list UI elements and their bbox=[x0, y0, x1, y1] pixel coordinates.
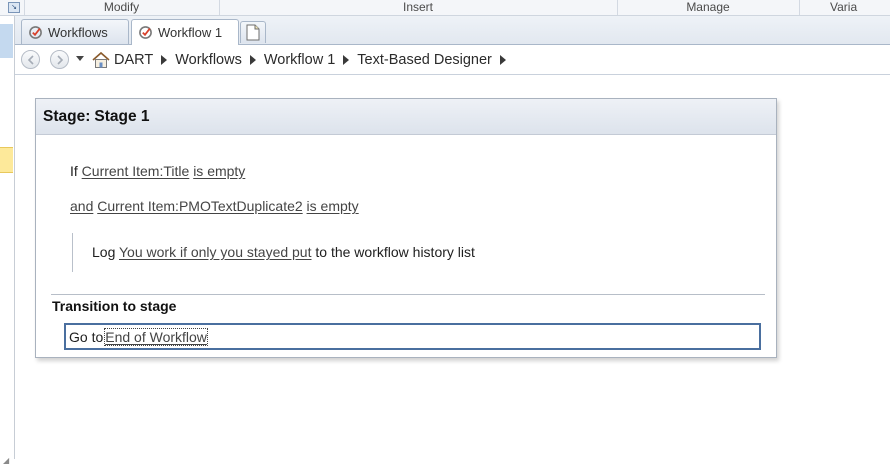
breadcrumb-bar: DART Workflows Workflow 1 Text-Based Des… bbox=[15, 45, 890, 75]
dialog-launcher-icon[interactable]: ↘ bbox=[8, 2, 20, 13]
breadcrumb-label: Workflow 1 bbox=[263, 51, 336, 68]
new-tab-button[interactable] bbox=[240, 21, 266, 43]
workflow-icon bbox=[28, 25, 43, 40]
condition-field-link[interactable]: Current Item:PMOTextDuplicate2 bbox=[97, 198, 302, 214]
log-message-link[interactable]: You work if only you stayed put bbox=[119, 244, 312, 260]
ribbon-group-modify: Modify bbox=[103, 0, 140, 14]
log-action: Log You work if only you stayed put to t… bbox=[92, 244, 475, 260]
ribbon-group-insert: Insert bbox=[402, 0, 433, 14]
transition-prefix: Go to bbox=[69, 328, 104, 345]
tab-label: Workflows bbox=[48, 24, 108, 40]
condition-and: and Current Item:PMOTextDuplicate2 is em… bbox=[70, 198, 359, 214]
condition-field-link[interactable]: Current Item:Title bbox=[82, 163, 190, 179]
tab-workflow-1[interactable]: Workflow 1 bbox=[131, 19, 239, 45]
tab-workflows[interactable]: Workflows bbox=[21, 19, 129, 44]
breadcrumb-label: Workflows bbox=[175, 51, 242, 68]
tab-label: Workflow 1 bbox=[158, 25, 223, 40]
back-button[interactable] bbox=[21, 50, 40, 69]
action-verb: Log bbox=[92, 244, 116, 260]
action-suffix: to the workflow history list bbox=[315, 244, 475, 260]
breadcrumb-arrow-icon bbox=[499, 54, 506, 65]
condition-keyword: If bbox=[70, 163, 78, 179]
navigation-pane[interactable]: ◢ bbox=[0, 16, 15, 465]
stage-name[interactable]: Stage 1 bbox=[94, 108, 149, 126]
transition-block[interactable]: Go to End of Workflow bbox=[64, 323, 761, 350]
breadcrumb-item-text-based-designer[interactable]: Text-Based Designer bbox=[357, 52, 514, 68]
breadcrumb-item-workflows[interactable]: Workflows bbox=[175, 52, 264, 68]
home-icon bbox=[92, 51, 110, 68]
back-arrow-icon bbox=[27, 55, 34, 65]
transition-title: Transition to stage bbox=[52, 298, 177, 314]
breadcrumb-label: DART bbox=[114, 51, 154, 68]
transition-target-link[interactable]: End of Workflow bbox=[104, 327, 208, 346]
stage-card[interactable]: Stage: Stage 1 If Current Item:Title is … bbox=[35, 98, 777, 358]
breadcrumb-label: Text-Based Designer bbox=[357, 51, 492, 68]
forward-arrow-icon bbox=[57, 55, 64, 65]
document-icon bbox=[246, 24, 260, 41]
breadcrumb-arrow-icon bbox=[161, 54, 168, 65]
document-tabs: Workflows Workflow 1 bbox=[15, 16, 890, 45]
nav-pane-selected-item[interactable] bbox=[0, 147, 13, 173]
stage-header[interactable]: Stage: Stage 1 bbox=[36, 99, 776, 135]
stage-prefix: Stage: bbox=[43, 107, 91, 125]
forward-button[interactable] bbox=[50, 50, 69, 69]
breadcrumb-item-workflow-1[interactable]: Workflow 1 bbox=[264, 52, 357, 68]
action-block: Log You work if only you stayed put to t… bbox=[72, 233, 713, 272]
ribbon-separator bbox=[799, 0, 800, 15]
breadcrumb-arrow-icon bbox=[249, 54, 256, 65]
nav-pane-header[interactable] bbox=[0, 24, 13, 58]
breadcrumb-arrow-icon bbox=[343, 54, 350, 65]
ribbon-group-manage: Manage bbox=[686, 0, 730, 14]
breadcrumb: DART Workflows Workflow 1 Text-Based Des… bbox=[91, 45, 514, 74]
resize-grip-icon[interactable]: ◢ bbox=[3, 456, 10, 465]
divider bbox=[51, 294, 765, 295]
breadcrumb-item-site[interactable]: DART bbox=[91, 51, 175, 69]
condition-operator-link[interactable]: is empty bbox=[193, 163, 245, 179]
condition-keyword-link[interactable]: and bbox=[70, 198, 93, 214]
workflow-icon bbox=[138, 25, 153, 40]
condition-if: If Current Item:Title is empty bbox=[70, 163, 245, 179]
ribbon-group-labels: ↘ Modify Insert Manage Varia bbox=[0, 0, 890, 16]
history-dropdown-icon[interactable] bbox=[76, 56, 84, 62]
condition-operator-link[interactable]: is empty bbox=[307, 198, 359, 214]
ribbon-group-variables: Varia bbox=[830, 0, 858, 14]
